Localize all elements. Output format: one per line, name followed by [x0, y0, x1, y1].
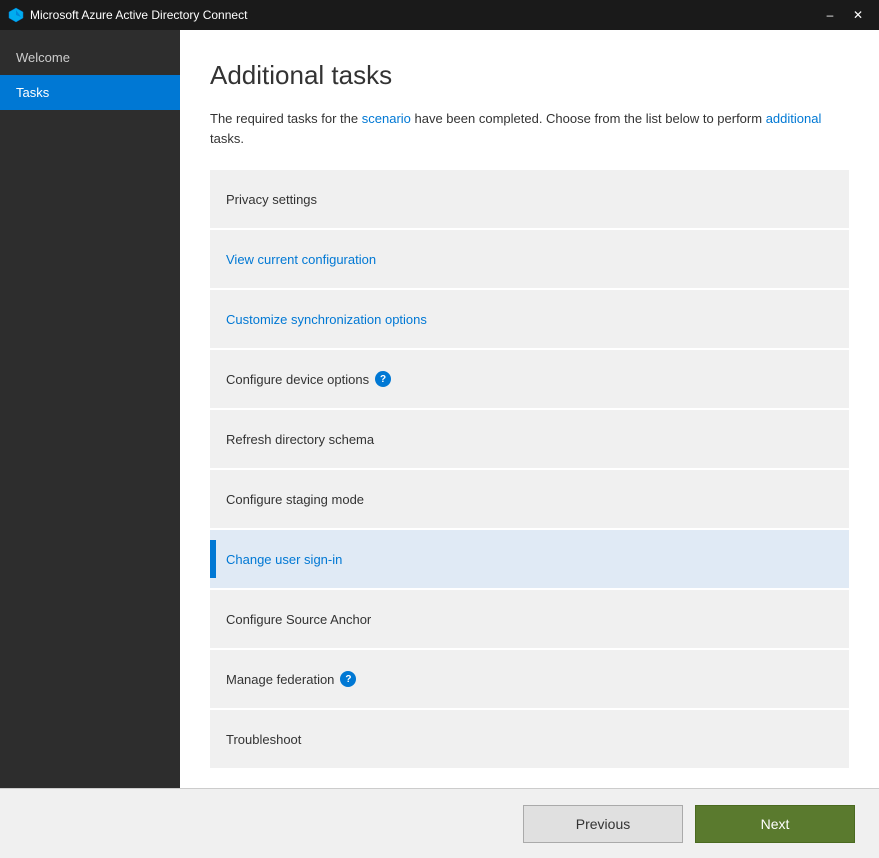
task-item-change-signin[interactable]: Change user sign-in: [210, 530, 849, 588]
task-item-manage-federation[interactable]: Manage federation ?: [210, 650, 849, 708]
task-indicator-customize-sync: [210, 300, 216, 338]
main-window: Welcome Tasks Additional tasks The requi…: [0, 30, 879, 858]
sidebar-item-tasks[interactable]: Tasks: [0, 75, 180, 110]
task-item-customize-sync[interactable]: Customize synchronization options: [210, 290, 849, 348]
minimize-button[interactable]: –: [817, 5, 843, 25]
sidebar-item-welcome[interactable]: Welcome: [0, 40, 180, 75]
task-label-source-anchor: Configure Source Anchor: [226, 612, 371, 627]
footer: Previous Next: [0, 788, 879, 858]
task-indicator-view-config: [210, 240, 216, 278]
task-label-manage-federation: Manage federation: [226, 672, 334, 687]
close-button[interactable]: ✕: [845, 5, 871, 25]
main-content: Additional tasks The required tasks for …: [180, 30, 879, 788]
task-indicator-source-anchor: [210, 600, 216, 638]
task-label-troubleshoot: Troubleshoot: [226, 732, 301, 747]
description-text: The required tasks for the scenario have…: [210, 111, 821, 146]
next-button[interactable]: Next: [695, 805, 855, 843]
task-indicator-configure-device: [210, 360, 216, 398]
task-item-troubleshoot[interactable]: Troubleshoot: [210, 710, 849, 768]
task-list: Privacy settings View current configurat…: [210, 170, 849, 768]
configure-device-help-icon[interactable]: ?: [375, 371, 391, 387]
task-item-privacy-settings[interactable]: Privacy settings: [210, 170, 849, 228]
task-item-refresh-schema[interactable]: Refresh directory schema: [210, 410, 849, 468]
task-indicator-troubleshoot: [210, 720, 216, 758]
sidebar: Welcome Tasks: [0, 30, 180, 788]
task-label-refresh-schema: Refresh directory schema: [226, 432, 374, 447]
task-indicator-change-signin: [210, 540, 216, 578]
previous-button[interactable]: Previous: [523, 805, 683, 843]
task-item-view-config[interactable]: View current configuration: [210, 230, 849, 288]
task-label-staging-mode: Configure staging mode: [226, 492, 364, 507]
page-title: Additional tasks: [210, 60, 849, 91]
manage-federation-help-icon[interactable]: ?: [340, 671, 356, 687]
task-label-privacy: Privacy settings: [226, 192, 317, 207]
task-indicator-privacy: [210, 180, 216, 218]
task-label-view-config: View current configuration: [226, 252, 376, 267]
task-item-configure-device[interactable]: Configure device options ?: [210, 350, 849, 408]
sidebar-item-label-tasks: Tasks: [16, 85, 49, 100]
task-item-source-anchor[interactable]: Configure Source Anchor: [210, 590, 849, 648]
task-indicator-staging-mode: [210, 480, 216, 518]
content-area: Welcome Tasks Additional tasks The requi…: [0, 30, 879, 788]
azure-ad-icon: [8, 7, 24, 23]
title-bar: Microsoft Azure Active Directory Connect…: [0, 0, 879, 30]
task-indicator-manage-federation: [210, 660, 216, 698]
title-bar-controls: – ✕: [817, 5, 871, 25]
task-label-customize-sync: Customize synchronization options: [226, 312, 427, 327]
task-indicator-refresh-schema: [210, 420, 216, 458]
title-bar-text: Microsoft Azure Active Directory Connect: [30, 8, 817, 22]
sidebar-item-label-welcome: Welcome: [16, 50, 70, 65]
description: The required tasks for the scenario have…: [210, 109, 849, 148]
task-label-configure-device: Configure device options: [226, 372, 369, 387]
task-label-change-signin: Change user sign-in: [226, 552, 342, 567]
task-item-staging-mode[interactable]: Configure staging mode: [210, 470, 849, 528]
